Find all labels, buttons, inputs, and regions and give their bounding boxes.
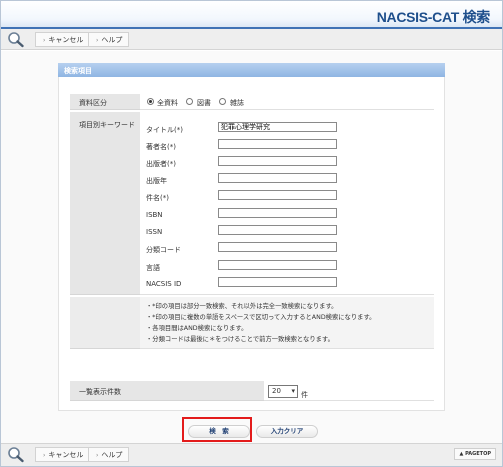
chevron-right-icon: › <box>43 37 46 44</box>
radio-all[interactable] <box>147 98 154 105</box>
clear-button[interactable]: 入力クリア <box>256 425 318 438</box>
language-input[interactable] <box>218 260 337 270</box>
isbn-input[interactable] <box>218 208 337 218</box>
search-icon[interactable] <box>3 445 29 464</box>
radio-serials[interactable] <box>219 98 226 105</box>
field-label-language: 言語 <box>146 264 160 272</box>
radio-all-label: 全資料 <box>157 99 178 107</box>
notes-label-cell <box>70 297 140 349</box>
cancel-link-bottom[interactable]: › キャンセル <box>35 447 91 462</box>
app-title: NACSIS-CAT 検索 <box>376 9 491 25</box>
title-input[interactable]: 犯罪心理学研究 <box>218 122 337 132</box>
author-input[interactable] <box>218 139 337 149</box>
help-link-top[interactable]: › ヘルプ <box>88 32 130 47</box>
note-2: ・*印の項目に複数の単語をスペースで区切って入力するとAND検索になります。 <box>146 314 376 321</box>
keyword-label: 項目別キーワード <box>79 121 135 129</box>
search-button[interactable]: 検 索 <box>188 425 250 438</box>
field-label-publisher: 出版者(*) <box>146 160 176 168</box>
top-toolbar: › キャンセル › ヘルプ <box>1 29 502 50</box>
material-type-label: 資料区分 <box>79 99 107 107</box>
field-label-nacsis-id: NACSIS ID <box>146 280 182 288</box>
field-label-author: 著者名(*) <box>146 143 176 151</box>
field-label-title: タイトル(*) <box>146 126 183 134</box>
field-label-isbn: ISBN <box>146 211 163 219</box>
year-input[interactable] <box>218 173 337 183</box>
publisher-input[interactable] <box>218 156 337 166</box>
chevron-down-icon: ▾ <box>291 387 295 395</box>
field-label-classification: 分類コード <box>146 246 181 254</box>
keyword-label-cell <box>70 112 140 295</box>
chevron-right-icon: › <box>43 452 46 459</box>
field-label-year: 出版年 <box>146 177 167 185</box>
pagetop-button[interactable]: ▲ PAGETOP <box>454 448 496 460</box>
subject-input[interactable] <box>218 190 337 200</box>
search-icon[interactable] <box>3 30 29 49</box>
panel-title: 検索項目 <box>58 63 445 77</box>
issn-input[interactable] <box>218 225 337 235</box>
help-link-bottom[interactable]: › ヘルプ <box>88 447 130 462</box>
radio-books-label: 図書 <box>197 99 211 107</box>
material-type-value-cell <box>140 94 434 110</box>
note-4: ・分類コードは最後に＊をつけることで前方一致検索となります。 <box>146 336 334 343</box>
field-label-subject: 件名(*) <box>146 194 169 202</box>
display-count-select[interactable]: 20 ▾ <box>268 385 298 398</box>
note-1: ・*印の項目は部分一致検索、それ以外は完全一致検索になります。 <box>146 303 338 310</box>
bottom-toolbar: › キャンセル › ヘルプ ▲ PAGETOP <box>1 443 502 466</box>
cancel-link-top[interactable]: › キャンセル <box>35 32 91 47</box>
chevron-right-icon: › <box>96 37 99 44</box>
nacsis-id-input[interactable] <box>218 277 337 287</box>
display-count-label: 一覧表示件数 <box>79 388 121 396</box>
field-label-issn: ISSN <box>146 228 163 236</box>
note-3: ・各項目間はAND検索になります。 <box>146 325 248 332</box>
display-count-unit: 件 <box>301 391 308 399</box>
chevron-right-icon: › <box>96 452 99 459</box>
classification-input[interactable] <box>218 242 337 252</box>
radio-books[interactable] <box>186 98 193 105</box>
radio-serials-label: 雑誌 <box>230 99 244 107</box>
app-header: NACSIS-CAT 検索 <box>1 1 502 27</box>
